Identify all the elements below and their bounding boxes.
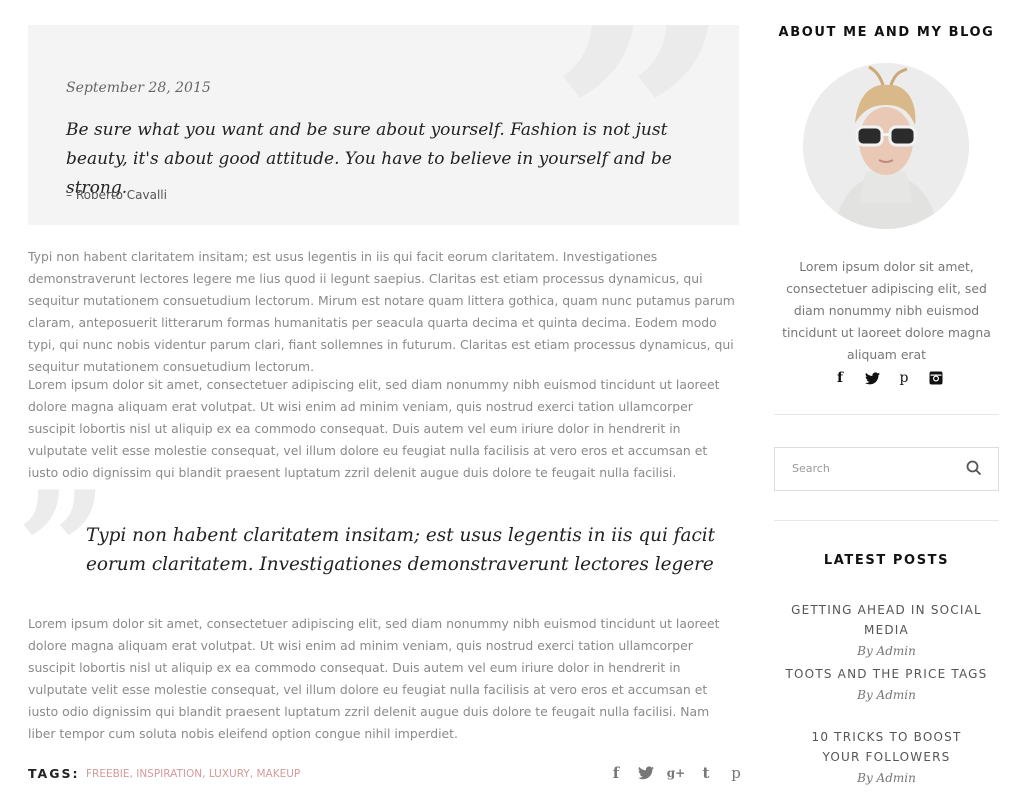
post-byline: By Admin [857,644,916,658]
pull-quote: Typi non habent claritatem insitam; est … [86,525,716,575]
quote-author: – Roberto Cavalli [66,188,167,202]
tumblr-icon[interactable]: t [696,763,716,783]
post-byline: By Admin [857,771,916,785]
tags-label: TAGS: [28,766,80,781]
tag-link[interactable]: MAKEUP [256,768,300,780]
search-input[interactable] [775,448,962,488]
avatar [803,63,969,229]
divider [774,520,999,521]
tags-row: TAGS: FREEBIE, INSPIRATION, LUXURY, MAKE… [28,763,741,785]
search-icon[interactable] [966,460,982,476]
facebook-icon[interactable]: f [606,763,626,783]
facebook-icon[interactable]: f [830,368,850,388]
post-title-link[interactable]: GETTING AHEAD IN SOCIAL MEDIA [774,600,999,640]
divider [774,414,999,415]
latest-post-item: TOOTS AND THE PRICE TAGS By Admin [774,664,999,706]
pinterest-icon[interactable]: p [726,763,746,783]
latest-post-item: GETTING AHEAD IN SOCIAL MEDIA By Admin [774,600,999,662]
post-title-link[interactable]: TOOTS AND THE PRICE TAGS [774,664,999,684]
search-box [774,447,999,491]
share-icons: f g+ t p [606,763,746,783]
pinterest-icon[interactable]: p [894,368,914,388]
post-title-link[interactable]: 10 TRICKS TO BOOST YOUR FOLLOWERS [774,727,999,767]
social-icons: f p [830,368,946,388]
twitter-icon[interactable] [862,368,882,388]
tag-link[interactable]: FREEBIE [86,768,130,780]
latest-posts-title: LATEST POSTS [823,553,950,568]
body-paragraph: Lorem ipsum dolor sit amet, consectetuer… [28,616,720,741]
tags-list: FREEBIE, INSPIRATION, LUXURY, MAKEUP [86,768,300,780]
instagram-icon[interactable] [926,368,946,388]
tag-link[interactable]: LUXURY [209,768,250,780]
about-text: Lorem ipsum dolor sit amet, consectetuer… [782,259,991,362]
featured-quote: ” September 28, 2015 Be sure what you wa… [28,25,739,225]
post-byline: By Admin [857,688,916,702]
post-date: September 28, 2015 [66,80,211,96]
body-paragraph: Lorem ipsum dolor sit amet, consectetuer… [28,377,720,480]
tag-link[interactable]: INSPIRATION [136,768,202,780]
body-paragraph: Typi non habent claritatem insitam; est … [28,249,735,374]
latest-post-item: 10 TRICKS TO BOOST YOUR FOLLOWERS By Adm… [774,727,999,789]
about-widget-title: ABOUT ME AND MY BLOG [778,25,995,40]
tag-separator: , [202,768,209,780]
google-plus-icon[interactable]: g+ [666,763,686,783]
twitter-icon[interactable] [636,763,656,783]
